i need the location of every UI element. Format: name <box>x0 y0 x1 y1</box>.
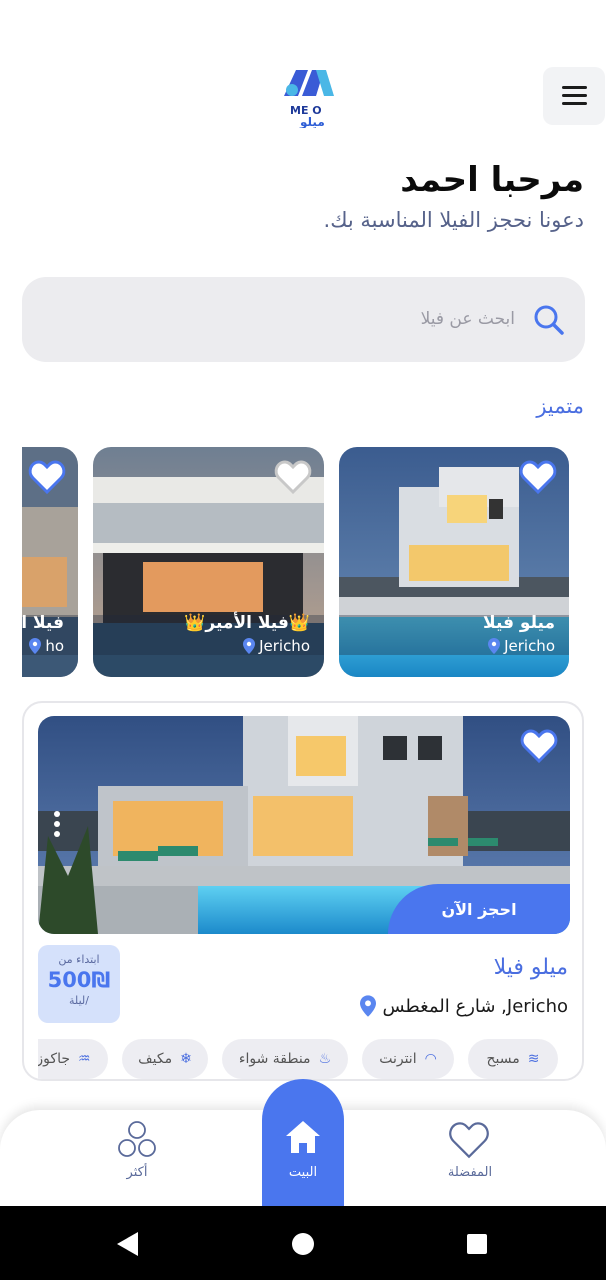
price-amount: 500₪ <box>47 968 111 992</box>
search-bar[interactable] <box>22 277 585 362</box>
featured-card-location: ho <box>45 637 64 655</box>
app-logo: ME O ميلو <box>278 62 338 130</box>
location-pin-icon <box>243 638 256 654</box>
villa-title: ميلو فيلا <box>493 955 568 980</box>
featured-card-name: ميلو فيلا <box>483 613 555 633</box>
search-icon[interactable] <box>530 301 568 339</box>
grill-icon: ♨ <box>318 1051 332 1067</box>
heart-icon[interactable] <box>519 459 557 495</box>
wifi-icon: ◠ <box>424 1051 437 1067</box>
greeting-title: مرحبا احمد <box>400 160 584 200</box>
heart-icon[interactable] <box>274 459 312 495</box>
jacuzzi-icon: ♒ <box>78 1051 91 1067</box>
more-circles-icon <box>118 1121 156 1157</box>
back-icon[interactable] <box>116 1231 140 1257</box>
nav-home-label: البيت <box>288 1165 318 1180</box>
svg-text:ميلو: ميلو <box>299 115 325 128</box>
menu-button[interactable] <box>543 67 605 125</box>
heart-icon[interactable] <box>520 728 558 764</box>
book-now-button[interactable]: احجز الآن <box>388 884 570 934</box>
featured-card-location: Jericho <box>504 637 555 655</box>
featured-carousel[interactable]: ميلو فيلا Jericho 👑فيلا الأمير👑 Jericho … <box>22 447 606 677</box>
featured-section-title: متميز <box>536 394 584 418</box>
recents-icon[interactable] <box>466 1233 488 1255</box>
photo-pagination-dots[interactable] <box>54 811 62 841</box>
heart-outline-icon <box>449 1122 489 1159</box>
amenity-chip: ≋ مسبح <box>468 1039 558 1079</box>
greeting-subtitle: دعونا نحجز الفيلا المناسبة بك. <box>323 208 584 232</box>
featured-card-name: 👑فيلا الأمير👑 <box>184 613 310 633</box>
search-input[interactable] <box>82 301 515 337</box>
heart-icon[interactable] <box>28 459 66 495</box>
featured-card-name: فيلا ا <box>22 613 64 633</box>
nav-more-label: أكثر <box>126 1165 148 1180</box>
price-box: ابتداء من 500₪ /ليلة <box>38 945 120 1023</box>
amenity-chip: ♒ جاكوزي <box>38 1039 108 1079</box>
villa-listing-card[interactable]: احجز الآن ميلو فيلا Jericho, شارع المغطس… <box>22 701 584 1081</box>
snowflake-icon: ❄ <box>180 1051 192 1067</box>
price-from-label: ابتداء من <box>58 953 100 966</box>
home-icon <box>286 1121 320 1153</box>
villa-photo[interactable]: احجز الآن <box>38 716 570 934</box>
location-pin-icon <box>488 638 501 654</box>
amenity-chip: ◠ انترنت <box>362 1039 454 1079</box>
villa-address: Jericho, شارع المغطس <box>382 995 568 1017</box>
location-pin-icon <box>29 638 42 654</box>
amenity-chip: ❄ مكيف <box>122 1039 208 1079</box>
featured-card[interactable]: ميلو فيلا Jericho <box>339 447 569 677</box>
amenities-list[interactable]: ≋ مسبح ◠ انترنت ♨ منطقة شواء ❄ مكيف ♒ جا… <box>38 1039 582 1079</box>
menu-icon <box>562 86 587 89</box>
featured-card[interactable]: فيلا ا ho <box>22 447 78 677</box>
amenity-chip: ♨ منطقة شواء <box>222 1039 348 1079</box>
nav-home[interactable]: البيت <box>262 1079 344 1206</box>
location-pin-icon <box>360 995 377 1017</box>
nav-favorites-label: المفضلة <box>447 1165 493 1180</box>
system-navigation-bar <box>0 1206 606 1280</box>
pool-icon: ≋ <box>527 1051 540 1067</box>
per-night-label: /ليلة <box>69 994 89 1007</box>
featured-card[interactable]: 👑فيلا الأمير👑 Jericho <box>93 447 324 677</box>
featured-card-location: Jericho <box>259 637 310 655</box>
home-circle-icon[interactable] <box>291 1232 315 1256</box>
